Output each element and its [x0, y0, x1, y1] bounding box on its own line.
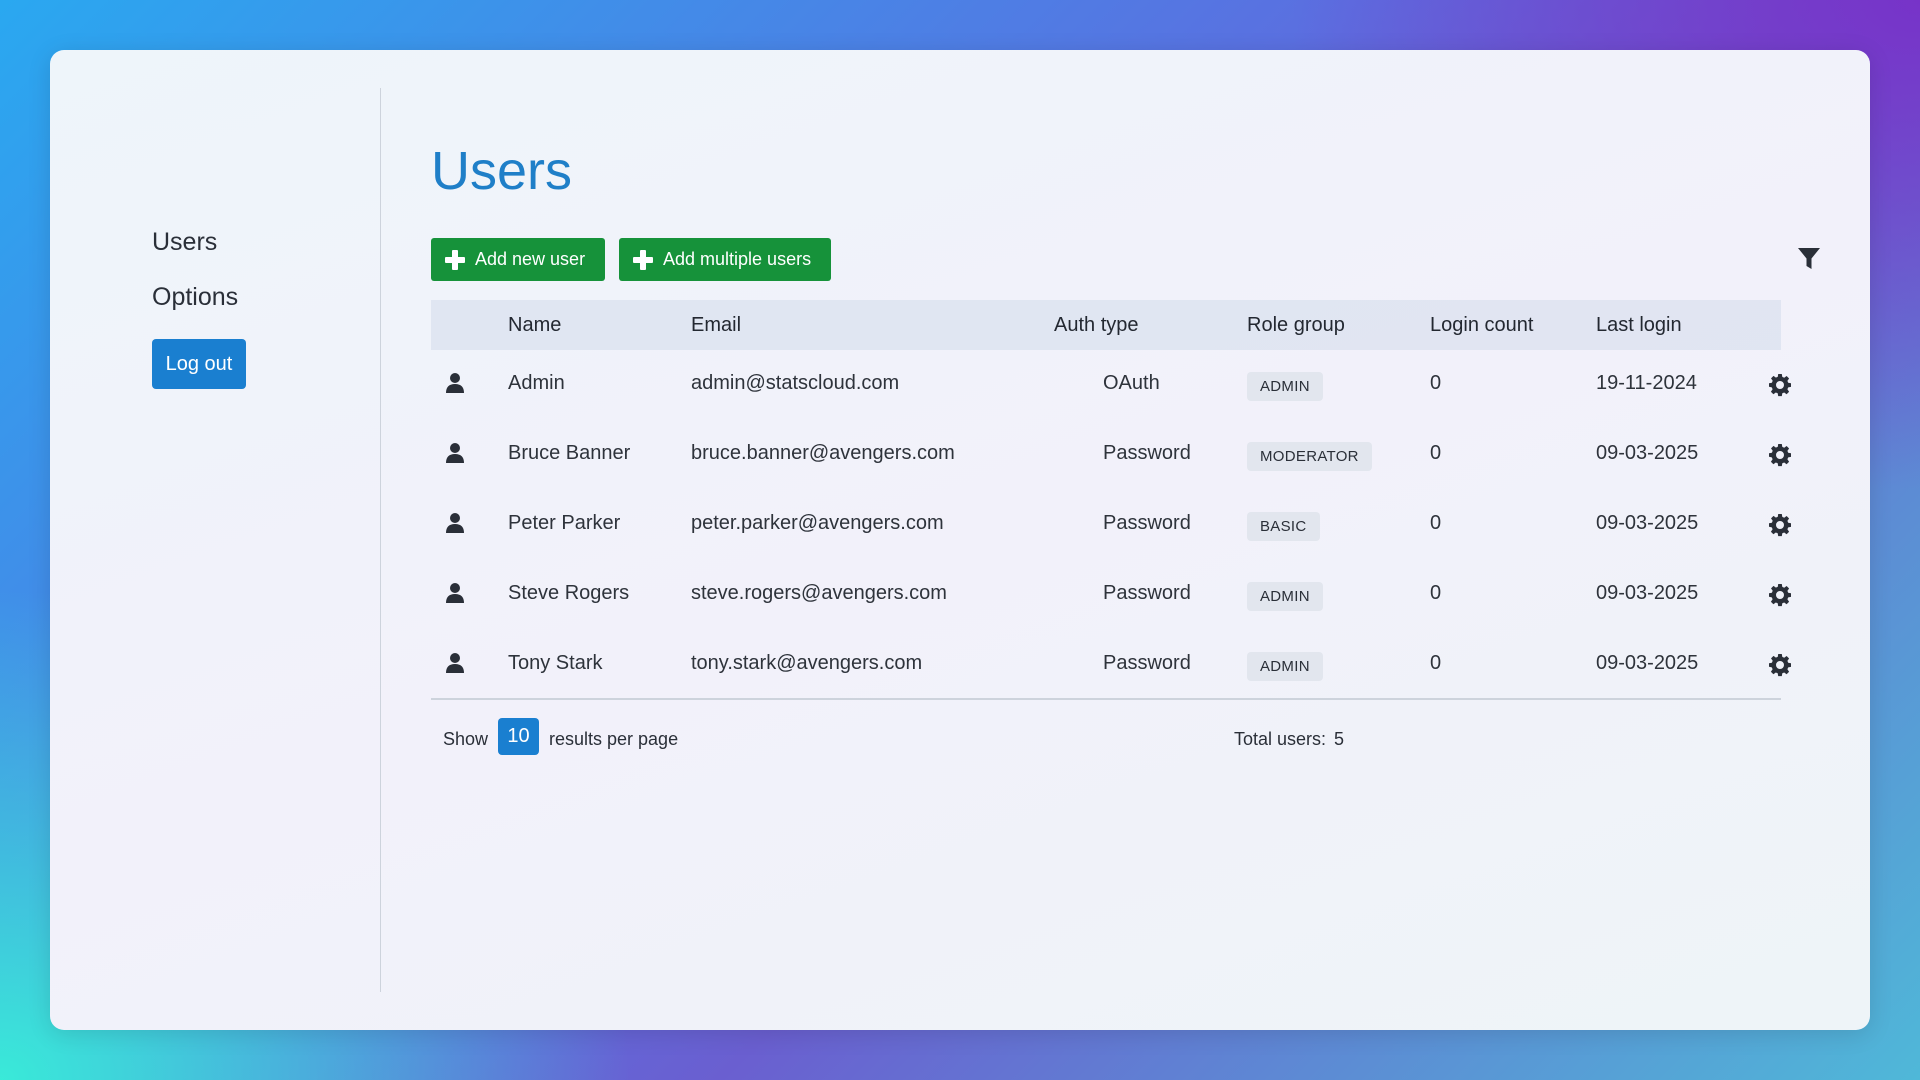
table-row: Peter Parker peter.parker@avengers.com P… [431, 490, 1791, 560]
column-header-last-login[interactable]: Last login [1596, 314, 1682, 337]
user-auth-type: Password [1103, 512, 1191, 534]
results-per-page-label: results per page [549, 729, 679, 749]
filter-icon[interactable] [1797, 246, 1821, 272]
add-multiple-users-button[interactable]: Add multiple users [619, 238, 832, 281]
table-row: Tony Stark tony.stark@avengers.com Passw… [431, 630, 1791, 700]
gear-icon[interactable] [1768, 443, 1792, 467]
role-badge: MODERATOR [1247, 442, 1372, 471]
show-label: Show [443, 729, 489, 749]
sidebar-item-users[interactable]: Users [152, 228, 217, 257]
gear-icon[interactable] [1768, 583, 1792, 607]
user-login-count: 0 [1430, 652, 1442, 674]
user-login-count: 0 [1430, 442, 1442, 464]
user-icon [446, 583, 464, 603]
add-new-user-button[interactable]: Add new user [431, 238, 606, 281]
role-badge: BASIC [1247, 512, 1320, 541]
user-icon [446, 513, 464, 533]
add-new-user-label: Add new user [475, 249, 586, 269]
user-login-count: 0 [1430, 582, 1442, 604]
users-table: Name Email Auth type Role group Login co… [431, 300, 1791, 700]
column-header-login-count[interactable]: Login count [1430, 314, 1533, 337]
main-content: Users Add new user Add multiple users Na… [431, 50, 1831, 1030]
page-title: Users [431, 141, 573, 201]
logout-button[interactable]: Log out [152, 339, 246, 389]
gear-icon[interactable] [1768, 373, 1792, 397]
column-header-auth-type[interactable]: Auth type [1054, 314, 1139, 337]
user-email: tony.stark@avengers.com [691, 652, 923, 674]
role-badge: ADMIN [1247, 372, 1323, 401]
sidebar-item-options[interactable]: Options [152, 283, 238, 312]
user-email: admin@statscloud.com [691, 372, 900, 394]
user-email: peter.parker@avengers.com [691, 512, 944, 534]
column-header-name[interactable]: Name [508, 314, 561, 337]
role-badge: ADMIN [1247, 582, 1323, 611]
user-name: Tony Stark [508, 652, 603, 674]
gear-icon[interactable] [1768, 653, 1792, 677]
user-name: Peter Parker [508, 512, 621, 534]
user-last-login: 09-03-2025 [1596, 442, 1699, 464]
table-divider [431, 698, 1781, 700]
user-auth-type: Password [1103, 582, 1191, 604]
user-login-count: 0 [1430, 512, 1442, 534]
app-card: Users Options Log out Users Add new user… [50, 50, 1870, 1030]
table-footer: Show 10 results per page Total users: 5 [431, 718, 1781, 758]
user-email: bruce.banner@avengers.com [691, 442, 955, 464]
user-name: Steve Rogers [508, 582, 630, 604]
column-header-email[interactable]: Email [691, 314, 741, 337]
user-login-count: 0 [1430, 372, 1442, 394]
user-icon [446, 373, 464, 393]
column-header-role-group[interactable]: Role group [1247, 314, 1345, 337]
table-row: Steve Rogers steve.rogers@avengers.com P… [431, 560, 1791, 630]
user-last-login: 09-03-2025 [1596, 652, 1699, 674]
user-last-login: 09-03-2025 [1596, 582, 1699, 604]
add-multiple-users-label: Add multiple users [663, 249, 812, 269]
user-email: steve.rogers@avengers.com [691, 582, 947, 604]
table-header: Name Email Auth type Role group Login co… [431, 300, 1781, 350]
user-name: Bruce Banner [508, 442, 631, 464]
gear-icon[interactable] [1768, 513, 1792, 537]
per-page-selector[interactable]: 10 [498, 718, 539, 755]
user-icon [446, 653, 464, 673]
role-badge: ADMIN [1247, 652, 1323, 681]
user-auth-type: Password [1103, 442, 1191, 464]
plus-icon [633, 249, 653, 270]
user-name: Admin [508, 372, 565, 394]
user-last-login: 19-11-2024 [1596, 372, 1697, 394]
sidebar: Users Options Log out [50, 88, 381, 992]
total-users-value: 5 [1334, 729, 1345, 749]
total-users-label: Total users: [1234, 729, 1327, 749]
user-auth-type: OAuth [1103, 372, 1160, 394]
table-row: Bruce Banner bruce.banner@avengers.com P… [431, 420, 1791, 490]
plus-icon [445, 249, 465, 270]
user-last-login: 09-03-2025 [1596, 512, 1699, 534]
user-auth-type: Password [1103, 652, 1191, 674]
user-icon [446, 443, 464, 463]
table-row: Admin admin@statscloud.com OAuth ADMIN 0… [431, 350, 1791, 420]
